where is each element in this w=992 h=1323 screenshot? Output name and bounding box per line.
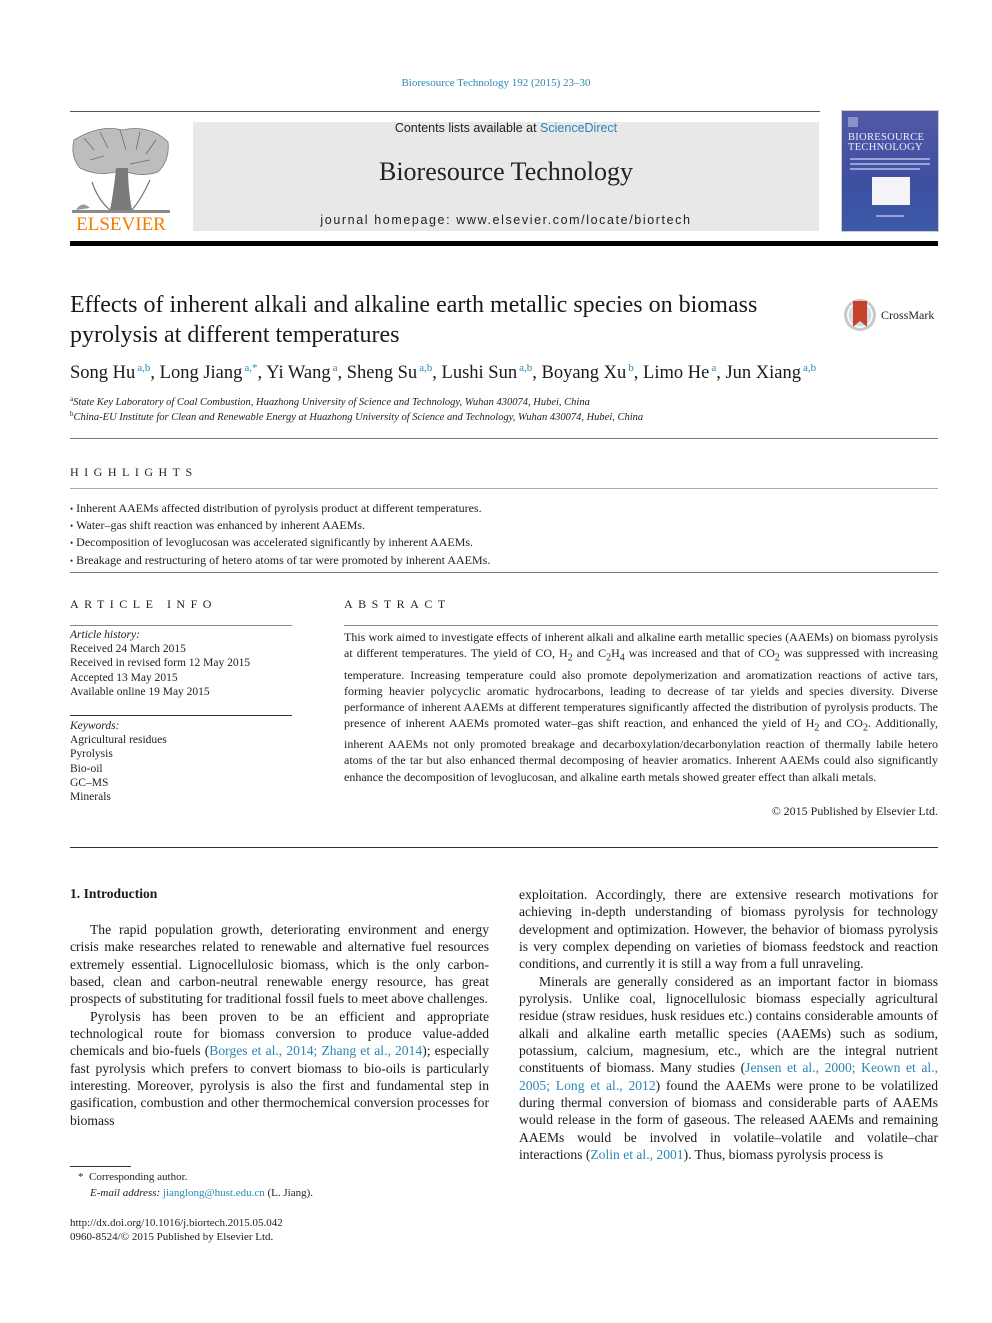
author[interactable]: Lushi Sun a,b [442, 362, 533, 383]
body-column-right: exploitation. Accordingly, there are ext… [519, 886, 938, 1164]
journal-homepage: journal homepage: www.elsevier.com/locat… [193, 213, 819, 227]
history-item: Accepted 13 May 2015 [70, 671, 178, 684]
keywords: Keywords: Agricultural residues Pyrolysi… [70, 719, 300, 804]
cover-title: BIORESOURCE TECHNOLOGY [848, 132, 934, 153]
keyword: Minerals [70, 791, 111, 804]
cover-text-line [850, 163, 930, 165]
keyword: Agricultural residues [70, 734, 167, 747]
paragraph: Minerals are generally considered as an … [519, 973, 938, 1163]
footnote-rule [70, 1166, 131, 1167]
contents-line: Contents lists available at ScienceDirec… [193, 121, 819, 135]
divider [70, 438, 938, 439]
corresponding-author-note: * Corresponding author. [78, 1171, 188, 1183]
divider [70, 847, 938, 848]
highlight-item: Breakage and restructuring of hetero ato… [70, 552, 940, 569]
crossmark-icon [844, 299, 876, 331]
affiliation-b: bChina-EU Institute for Clean and Renewa… [70, 410, 644, 423]
article-title: Effects of inherent alkali and alkaline … [70, 292, 758, 348]
elsevier-tree-icon: ELSEVIER [72, 127, 170, 235]
history-item: Available online 19 May 2015 [70, 685, 210, 698]
highlight-item: Water–gas shift reaction was enhanced by… [70, 517, 940, 534]
author[interactable]: Yi Wang a [266, 362, 337, 383]
history-item: Received 24 March 2015 [70, 643, 186, 656]
author-list: Song Hu a,b, Long Jiang a,*, Yi Wang a, She… [70, 362, 817, 383]
divider [70, 715, 292, 716]
contents-prefix: Contents lists available at [394, 121, 541, 135]
email-label: E-mail address: [90, 1187, 161, 1199]
author[interactable]: Long Jiang a,* [160, 362, 258, 383]
cover-graphic [872, 177, 910, 205]
abstract-text: This work aimed to investigate effects o… [344, 630, 938, 784]
author[interactable]: Boyang Xu b [542, 362, 634, 383]
sciencedirect-link[interactable]: ScienceDirect [540, 121, 617, 135]
email-note: E-mail address: jianglong@hust.edu.cn (L… [90, 1187, 313, 1199]
author[interactable]: Song Hu a,b [70, 362, 150, 383]
divider [70, 488, 938, 489]
elsevier-logo[interactable]: ELSEVIER [70, 120, 172, 235]
cover-title-line2: TECHNOLOGY [848, 142, 923, 153]
header-thick-rule [70, 241, 938, 246]
article-history: Article history: Received 24 March 2015 … [70, 628, 300, 699]
history-item: Received in revised form 12 May 2015 [70, 657, 251, 670]
homepage-prefix: journal homepage: [320, 213, 457, 227]
highlight-item: Inherent AAEMs affected distribution of … [70, 500, 940, 517]
crossmark-badge[interactable]: CrossMark [843, 297, 943, 333]
section-heading-introduction: 1. Introduction [70, 886, 158, 901]
keyword: GC–MS [70, 776, 109, 789]
footnote-star: * [78, 1171, 84, 1183]
article-info-heading: ARTICLE INFO [70, 597, 217, 611]
paragraph: The rapid population growth, deteriorati… [70, 922, 489, 1007]
header-top-rule [70, 111, 820, 112]
author[interactable]: Sheng Su a,b [347, 362, 433, 383]
author[interactable]: Jun Xiang a,b [725, 362, 816, 383]
body-column-left: The rapid population growth, deteriorati… [70, 921, 489, 1129]
author[interactable]: Limo He a [643, 362, 716, 383]
divider [70, 572, 938, 573]
cover-text-line [850, 158, 930, 160]
abstract-copyright: © 2015 Published by Elsevier Ltd. [771, 804, 938, 818]
highlights-heading: HIGHLIGHTS [70, 465, 198, 479]
citation-link[interactable]: Zolin et al., 2001 [590, 1147, 683, 1162]
journal-cover-thumbnail[interactable]: BIORESOURCE TECHNOLOGY [842, 111, 938, 231]
highlights-list: Inherent AAEMs affected distribution of … [70, 500, 940, 569]
affiliation-a: aState Key Laboratory of Coal Combustion… [70, 395, 590, 408]
keyword: Bio-oil [70, 762, 103, 775]
cover-publisher-icon [848, 117, 858, 127]
journal-title: Bioresource Technology [378, 157, 634, 186]
keywords-label: Keywords: [70, 720, 120, 732]
homepage-url[interactable]: www.elsevier.com/locate/biortech [456, 213, 691, 227]
citation-link[interactable]: Borges et al., 2014; Zhang et al., 2014 [209, 1043, 422, 1058]
issn-copyright: 0960-8524/© 2015 Published by Elsevier L… [70, 1231, 274, 1243]
highlight-item: Decomposition of levoglucosan was accele… [70, 534, 940, 551]
doi-link[interactable]: http://dx.doi.org/10.1016/j.biortech.201… [70, 1216, 500, 1231]
divider [70, 625, 292, 626]
paragraph: Pyrolysis has been proven to be an effic… [70, 1008, 489, 1128]
paragraph: exploitation. Accordingly, there are ext… [519, 887, 938, 972]
journal-reference[interactable]: Bioresource Technology 192 (2015) 23–30 [0, 77, 992, 89]
cover-text-line [850, 168, 920, 170]
email-link[interactable]: jianglong@hust.edu.cn [163, 1187, 265, 1199]
article-history-label: Article history: [70, 629, 140, 641]
divider [344, 625, 938, 626]
cover-footer-line [876, 215, 904, 217]
elsevier-wordmark: ELSEVIER [76, 214, 166, 232]
keyword: Pyrolysis [70, 748, 113, 761]
abstract-heading: ABSTRACT [344, 597, 451, 611]
crossmark-label: CrossMark [881, 308, 935, 322]
